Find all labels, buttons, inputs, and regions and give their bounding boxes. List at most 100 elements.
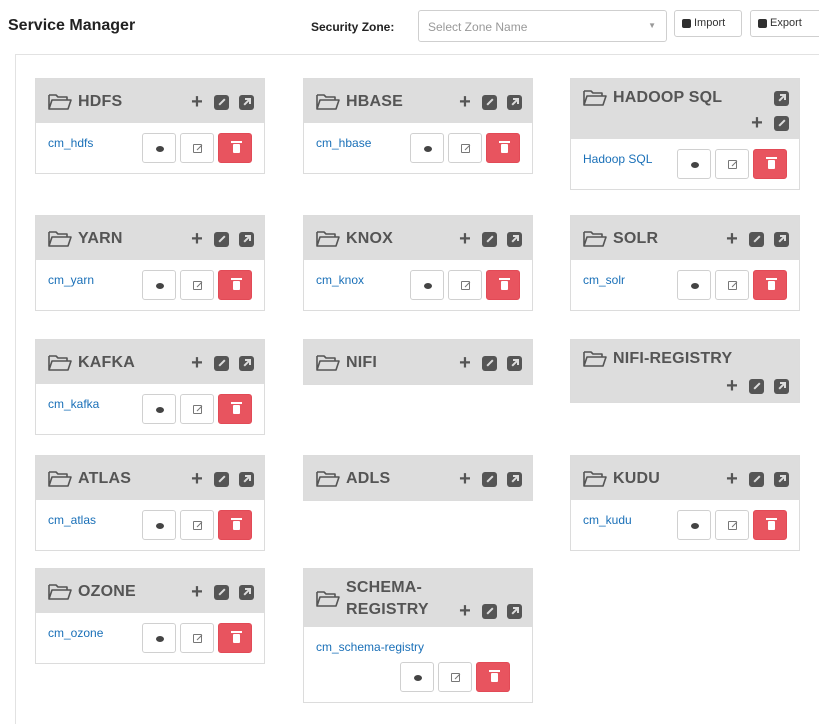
delete-repository-button[interactable] — [486, 270, 520, 300]
repository-link[interactable]: cm_solr — [583, 273, 625, 287]
external-link-icon[interactable] — [239, 471, 254, 487]
delete-repository-button[interactable] — [218, 133, 252, 163]
delete-repository-button[interactable] — [753, 270, 787, 300]
view-repository-button[interactable] — [410, 270, 444, 300]
add-service-button[interactable]: + — [458, 229, 472, 249]
add-service-button[interactable]: + — [190, 582, 204, 602]
add-service-button[interactable]: + — [725, 376, 739, 396]
external-link-icon[interactable] — [239, 584, 254, 600]
edit-repository-button[interactable] — [180, 270, 214, 300]
view-repository-button[interactable] — [400, 662, 434, 692]
external-link-icon[interactable] — [239, 94, 254, 110]
repository-link[interactable]: cm_kafka — [48, 397, 99, 411]
edit-repository-button[interactable] — [448, 270, 482, 300]
delete-repository-button[interactable] — [753, 510, 787, 540]
repository-link[interactable]: cm_schema-registry — [316, 640, 424, 654]
edit-icon[interactable] — [214, 471, 229, 487]
pencil-icon — [728, 521, 737, 530]
edit-icon[interactable] — [749, 471, 764, 487]
add-service-button[interactable]: + — [458, 469, 472, 489]
add-service-button[interactable]: + — [190, 353, 204, 373]
external-link-icon[interactable] — [507, 471, 522, 487]
repository-link[interactable]: cm_ozone — [48, 626, 103, 640]
edit-repository-button[interactable] — [715, 270, 749, 300]
external-link-icon[interactable] — [239, 355, 254, 371]
edit-icon[interactable] — [749, 378, 764, 394]
delete-repository-button[interactable] — [218, 510, 252, 540]
service-actions: + — [458, 353, 522, 373]
add-service-button[interactable]: + — [725, 469, 739, 489]
add-service-button[interactable]: + — [750, 113, 764, 133]
edit-repository-button[interactable] — [448, 133, 482, 163]
external-link-icon[interactable] — [507, 603, 522, 619]
delete-repository-button[interactable] — [753, 149, 787, 179]
view-repository-button[interactable] — [142, 270, 176, 300]
repository-row: cm_kafka — [36, 384, 264, 434]
edit-icon[interactable] — [482, 603, 497, 619]
add-service-button[interactable]: + — [190, 229, 204, 249]
add-service-button[interactable]: + — [458, 601, 472, 621]
repository-link[interactable]: cm_yarn — [48, 273, 94, 287]
delete-repository-button[interactable] — [218, 623, 252, 653]
service-card-header: ATLAS + — [36, 456, 264, 500]
edit-repository-button[interactable] — [180, 623, 214, 653]
repository-link[interactable]: Hadoop SQL — [583, 152, 652, 166]
edit-icon[interactable] — [214, 231, 229, 247]
add-service-button[interactable]: + — [190, 469, 204, 489]
view-repository-button[interactable] — [677, 510, 711, 540]
repository-link[interactable]: cm_hdfs — [48, 136, 93, 150]
edit-icon[interactable] — [482, 471, 497, 487]
external-link-icon[interactable] — [774, 231, 789, 247]
add-service-button[interactable]: + — [458, 353, 472, 373]
external-link-icon[interactable] — [774, 90, 789, 106]
add-service-button[interactable]: + — [725, 229, 739, 249]
view-repository-button[interactable] — [410, 133, 444, 163]
delete-repository-button[interactable] — [218, 394, 252, 424]
edit-repository-button[interactable] — [180, 510, 214, 540]
external-link-icon[interactable] — [239, 231, 254, 247]
import-button[interactable]: Import — [674, 10, 742, 37]
repository-actions — [677, 149, 787, 179]
repository-actions — [142, 270, 252, 300]
external-link-icon[interactable] — [507, 231, 522, 247]
service-actions: + — [190, 582, 254, 602]
edit-icon[interactable] — [749, 231, 764, 247]
view-repository-button[interactable] — [142, 510, 176, 540]
chevron-down-icon: ▼ — [648, 21, 656, 30]
service-name: KUDU — [583, 468, 725, 490]
delete-repository-button[interactable] — [486, 133, 520, 163]
export-button[interactable]: Export — [750, 10, 819, 37]
edit-icon[interactable] — [214, 584, 229, 600]
external-link-icon[interactable] — [507, 94, 522, 110]
repository-link[interactable]: cm_knox — [316, 273, 364, 287]
edit-repository-button[interactable] — [715, 149, 749, 179]
view-repository-button[interactable] — [142, 623, 176, 653]
delete-repository-button[interactable] — [218, 270, 252, 300]
add-service-button[interactable]: + — [458, 92, 472, 112]
edit-repository-button[interactable] — [438, 662, 472, 692]
edit-icon[interactable] — [214, 355, 229, 371]
repository-link[interactable]: cm_hbase — [316, 136, 371, 150]
edit-icon[interactable] — [482, 94, 497, 110]
edit-repository-button[interactable] — [180, 133, 214, 163]
edit-icon[interactable] — [214, 94, 229, 110]
delete-repository-button[interactable] — [476, 662, 510, 692]
view-repository-button[interactable] — [677, 149, 711, 179]
security-zone-select[interactable]: Select Zone Name ▼ — [418, 10, 667, 42]
edit-icon[interactable] — [482, 355, 497, 371]
service-name-label: KAFKA — [78, 354, 135, 371]
external-link-icon[interactable] — [774, 471, 789, 487]
external-link-icon[interactable] — [507, 355, 522, 371]
repository-link[interactable]: cm_atlas — [48, 513, 96, 527]
service-actions: + — [725, 376, 789, 396]
edit-icon[interactable] — [774, 115, 789, 131]
view-repository-button[interactable] — [142, 133, 176, 163]
edit-repository-button[interactable] — [180, 394, 214, 424]
repository-link[interactable]: cm_kudu — [583, 513, 632, 527]
view-repository-button[interactable] — [677, 270, 711, 300]
edit-repository-button[interactable] — [715, 510, 749, 540]
external-link-icon[interactable] — [774, 378, 789, 394]
view-repository-button[interactable] — [142, 394, 176, 424]
edit-icon[interactable] — [482, 231, 497, 247]
add-service-button[interactable]: + — [190, 92, 204, 112]
